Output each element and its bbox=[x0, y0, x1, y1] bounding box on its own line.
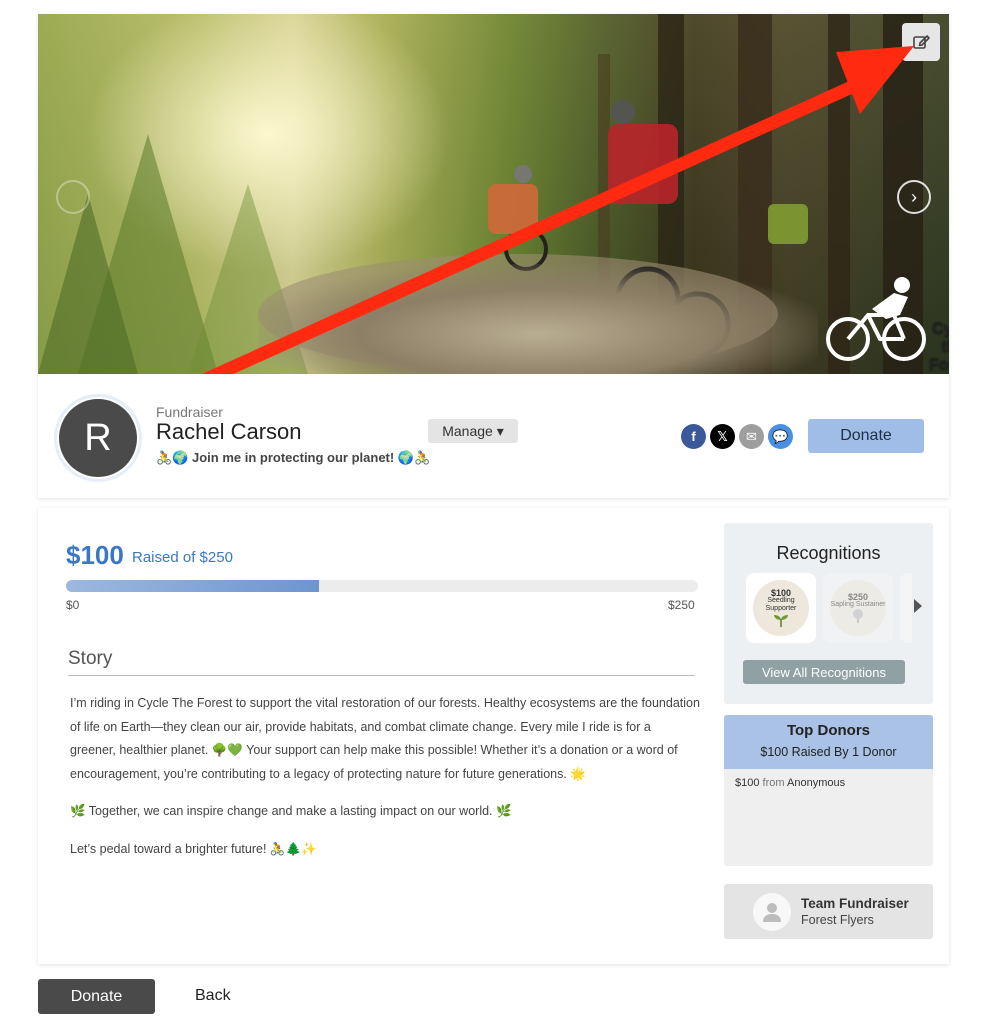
event-name: Cycle the Forest bbox=[929, 320, 949, 373]
fundraiser-avatar: R bbox=[54, 394, 142, 482]
share-facebook-icon[interactable]: f bbox=[681, 424, 706, 449]
view-all-recognitions-button[interactable]: View All Recognitions bbox=[743, 660, 905, 684]
badge-sapling: $250 Sapling Sustainer bbox=[830, 580, 886, 636]
top-donors-subtitle: $100 Raised By 1 Donor bbox=[760, 745, 897, 759]
story-paragraph: Let’s pedal toward a brighter future! 🚴🌲… bbox=[70, 841, 317, 856]
story-divider bbox=[68, 675, 695, 676]
team-fundraiser-link[interactable]: Team Fundraiser Forest Flyers bbox=[724, 884, 933, 939]
event-banner: › Cycle the Forest bbox=[38, 14, 949, 374]
recognition-badge-partial bbox=[900, 573, 912, 643]
top-donors-title: Top Donors bbox=[786, 722, 871, 739]
edit-icon bbox=[913, 35, 930, 49]
recognition-badge[interactable]: $100 Seedling Supporter bbox=[746, 573, 816, 643]
team-avatar bbox=[753, 893, 791, 931]
donor-amount: $100 bbox=[735, 777, 760, 789]
recognitions-panel: Recognitions $100 Seedling Supporter $25… bbox=[724, 523, 933, 704]
badge-seedling: $100 Seedling Supporter bbox=[753, 580, 809, 636]
progress-min-label: $0 bbox=[66, 598, 80, 612]
back-button[interactable]: Back bbox=[195, 987, 231, 1005]
story-paragraph: 🌿 Together, we can inspire change and ma… bbox=[70, 804, 512, 818]
team-title: Team Fundraiser bbox=[801, 896, 909, 911]
donate-button-bottom[interactable]: Donate bbox=[38, 979, 155, 1014]
fundraiser-role: Fundraiser bbox=[156, 404, 223, 420]
donate-button-top[interactable]: Donate bbox=[808, 419, 924, 453]
tree-icon bbox=[853, 609, 863, 623]
banner-prev-button[interactable] bbox=[56, 180, 90, 214]
story-title: Story bbox=[68, 648, 113, 669]
banner-next-button[interactable]: › bbox=[897, 180, 931, 214]
recognitions-next-icon[interactable] bbox=[914, 599, 922, 613]
edit-banner-button[interactable] bbox=[902, 23, 940, 61]
raised-amount: $100 bbox=[66, 540, 124, 570]
donor-name: Anonymous bbox=[787, 777, 846, 789]
badge-label: Seedling Supporter bbox=[765, 597, 797, 612]
recognitions-title: Recognitions bbox=[776, 543, 881, 563]
event-logo: Cycle the Forest bbox=[811, 275, 949, 373]
badge-amount: $250 bbox=[847, 592, 869, 602]
share-email-icon[interactable]: ✉ bbox=[739, 424, 764, 449]
badge-label: Sapling Sustainer bbox=[830, 601, 886, 608]
progress-fill bbox=[66, 580, 319, 592]
chevron-right-icon: › bbox=[911, 186, 917, 207]
badge-amount: $100 bbox=[770, 588, 792, 598]
raised-goal-text: Raised of $250 bbox=[132, 549, 233, 566]
fundraiser-name: Rachel Carson bbox=[156, 419, 302, 444]
user-icon bbox=[763, 903, 781, 922]
profile-row: R Fundraiser Rachel Carson 🚴🌍 Join me in… bbox=[38, 374, 949, 498]
avatar-initial: R bbox=[59, 399, 137, 477]
team-name: Forest Flyers bbox=[801, 913, 874, 927]
donor-row: $100 from Anonymous bbox=[724, 769, 933, 797]
story-paragraph: I’m riding in Cycle The Forest to suppor… bbox=[70, 696, 700, 781]
donor-from: from bbox=[762, 777, 785, 789]
seedling-icon bbox=[774, 615, 788, 627]
share-sms-icon[interactable]: 💬 bbox=[768, 424, 793, 449]
cyclist-icon bbox=[826, 277, 926, 361]
fundraiser-main-card: $100 Raised of $250 $0 $250 Story I’m ri… bbox=[38, 508, 949, 964]
trail-highlight bbox=[258, 264, 818, 374]
progress-bar bbox=[66, 580, 698, 592]
recognition-badge[interactable]: $250 Sapling Sustainer bbox=[823, 573, 893, 643]
share-x-icon[interactable]: 𝕏 bbox=[710, 424, 735, 449]
fundraiser-tagline: 🚴🌍 Join me in protecting our planet! 🌍🚴 bbox=[156, 450, 431, 465]
manage-dropdown-button[interactable]: Manage ▾ bbox=[428, 419, 518, 443]
top-donors-panel: Top Donors $100 Raised By 1 Donor $100 f… bbox=[724, 715, 933, 866]
fundraiser-header-card: › Cycle the Forest R Fundraiser Rachel C… bbox=[38, 14, 949, 498]
story-body: I’m riding in Cycle The Forest to suppor… bbox=[70, 692, 700, 875]
progress-max-label: $250 bbox=[668, 598, 695, 612]
top-donors-header: Top Donors $100 Raised By 1 Donor bbox=[724, 715, 933, 769]
